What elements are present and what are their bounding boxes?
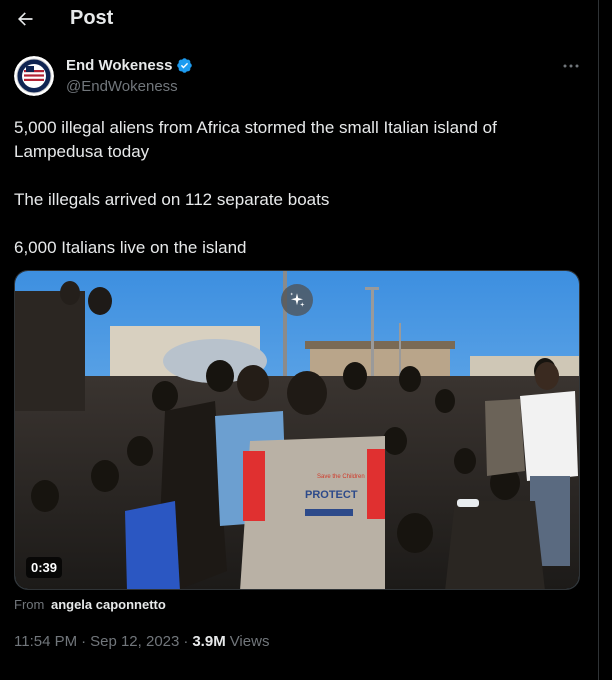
tweet-line: 6,000 Italians live on the island [14, 238, 247, 257]
sparkle-icon [290, 292, 305, 307]
views-count: 3.9M [192, 633, 226, 650]
post-column: Post End Wokeness @EndWokeness 5,000 ill… [0, 0, 599, 680]
verified-badge-icon[interactable] [176, 57, 193, 74]
more-options-button[interactable] [560, 56, 582, 76]
source-prefix: From [14, 597, 45, 612]
vest-logo-text: Save the Children [317, 474, 365, 480]
page-title: Post [70, 7, 114, 29]
meta-separator: · [183, 633, 189, 650]
author-display-name[interactable]: End Wokeness [66, 57, 193, 74]
tweet-line: The illegals arrived on 112 separate boa… [14, 190, 330, 209]
source-name-link[interactable]: angela caponnetto [51, 597, 166, 612]
post-time[interactable]: 11:54 PM [14, 633, 77, 650]
avatar-logo-icon [14, 56, 54, 96]
post-metadata: 11:54 PM · Sep 12, 2023 · 3.9M Views [14, 633, 269, 650]
tweet-text: 5,000 illegal aliens from Africa stormed… [14, 116, 584, 260]
post-header: Post [0, 0, 599, 38]
media-sparkle-button[interactable] [281, 284, 313, 316]
views-label: Views [229, 633, 270, 650]
post-date[interactable]: Sep 12, 2023 [90, 633, 179, 650]
video-duration-badge: 0:39 [26, 557, 63, 578]
tweet-line: 5,000 illegal aliens from Africa stormed… [14, 118, 497, 161]
author-name-text: End Wokeness [66, 57, 173, 74]
video-frame: Save the Children PROTECT [15, 271, 579, 589]
vest-main-text: PROTECT [305, 489, 358, 501]
more-horizontal-icon [563, 64, 579, 68]
media-source: From angela caponnetto [14, 597, 166, 612]
meta-separator: · [81, 633, 87, 650]
author-handle[interactable]: @EndWokeness [66, 78, 178, 95]
video-player[interactable]: Save the Children PROTECT [14, 270, 580, 590]
back-button[interactable] [12, 6, 38, 32]
arrow-left-icon [18, 12, 33, 26]
avatar[interactable] [14, 56, 54, 96]
